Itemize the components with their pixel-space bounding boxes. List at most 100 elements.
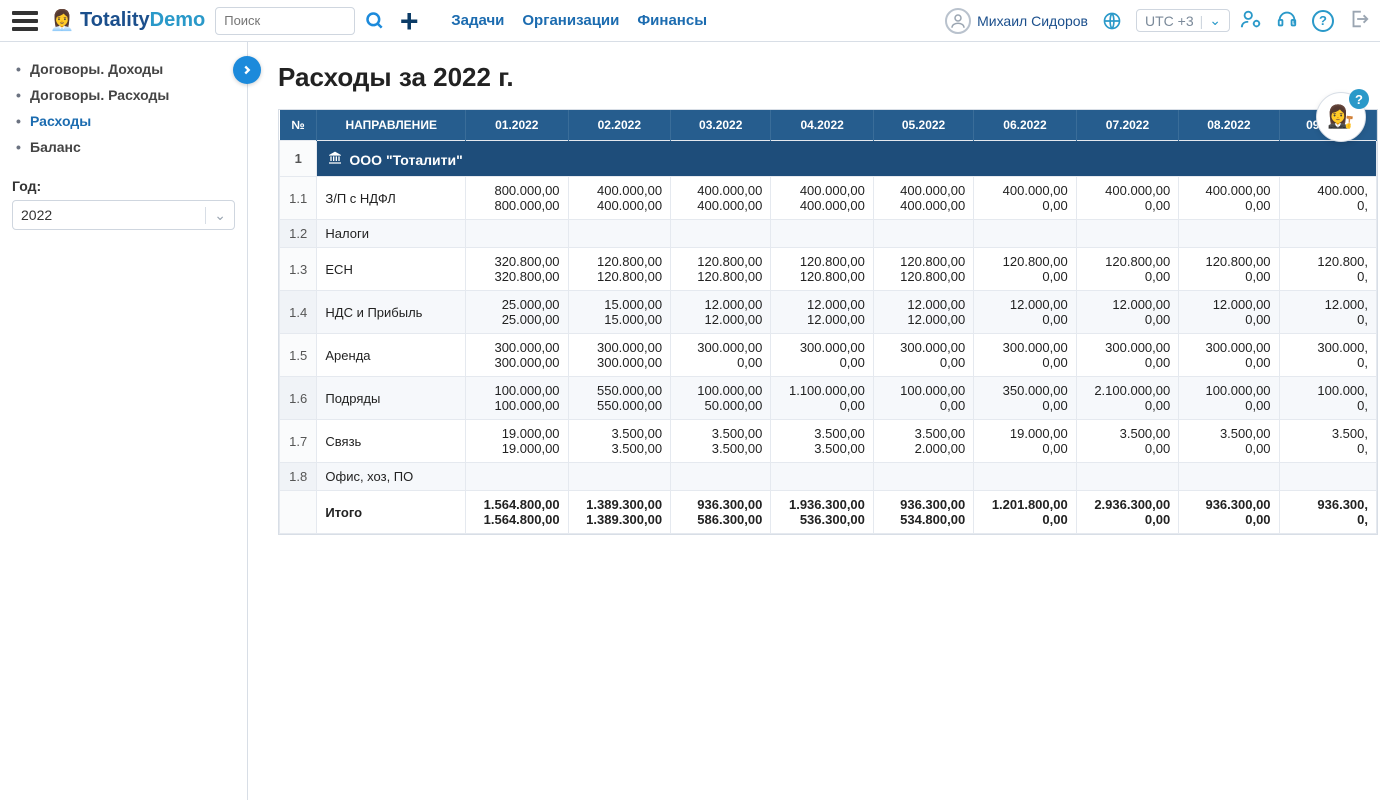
row-value: 400.000,00400.000,00 xyxy=(771,177,874,220)
totals-value: 936.300,0, xyxy=(1279,491,1376,534)
table-row[interactable]: 1.2Налоги xyxy=(280,220,1377,248)
table-header-cell: 02.2022 xyxy=(568,110,671,141)
row-value: 12.000,000,00 xyxy=(1179,291,1279,334)
totals-value: 936.300,00534.800,00 xyxy=(873,491,973,534)
row-value: 2.100.000,000,00 xyxy=(1076,377,1179,420)
nav-finance[interactable]: Финансы xyxy=(637,12,707,29)
org-row-num: 1 xyxy=(280,141,317,177)
row-value: 120.800,00120.800,00 xyxy=(873,248,973,291)
totals-value: 1.201.800,000,00 xyxy=(974,491,1077,534)
row-number: 1.7 xyxy=(280,420,317,463)
row-value: 300.000,00300.000,00 xyxy=(568,334,671,377)
table-row[interactable]: 1.3ЕСН320.800,00320.800,00120.800,00120.… xyxy=(280,248,1377,291)
totals-num xyxy=(280,491,317,534)
row-value xyxy=(466,463,569,491)
row-value: 400.000,00400.000,00 xyxy=(873,177,973,220)
row-direction: Офис, хоз, ПО xyxy=(317,463,466,491)
year-value: 2022 xyxy=(21,207,52,223)
table-row[interactable]: 1.5Аренда300.000,00300.000,00300.000,003… xyxy=(280,334,1377,377)
row-direction: Подряды xyxy=(317,377,466,420)
nav-tasks[interactable]: Задачи xyxy=(451,12,504,29)
sidebar: Договоры. Доходы Договоры. Расходы Расхо… xyxy=(0,42,248,800)
row-value: 300.000,000,00 xyxy=(974,334,1077,377)
row-value: 350.000,000,00 xyxy=(974,377,1077,420)
sidebar-item-expenses[interactable]: Расходы xyxy=(12,108,235,134)
table-row[interactable]: 1.6Подряды100.000,00100.000,00550.000,00… xyxy=(280,377,1377,420)
row-value: 300.000,000,00 xyxy=(771,334,874,377)
table-header-cell: 04.2022 xyxy=(771,110,874,141)
row-value: 3.500,000,00 xyxy=(1179,420,1279,463)
row-value: 400.000,000,00 xyxy=(1179,177,1279,220)
user-settings-icon[interactable] xyxy=(1240,8,1262,33)
row-value: 300.000,000,00 xyxy=(671,334,771,377)
row-direction: Налоги xyxy=(317,220,466,248)
sidebar-collapse-button[interactable] xyxy=(233,56,261,84)
add-button[interactable]: + xyxy=(395,7,423,35)
page-title: Расходы за 2022 г. xyxy=(278,62,1380,93)
table-row[interactable]: 1.7Связь19.000,0019.000,003.500,003.500,… xyxy=(280,420,1377,463)
row-value: 19.000,000,00 xyxy=(974,420,1077,463)
row-value: 400.000,00400.000,00 xyxy=(671,177,771,220)
totals-row: Итого1.564.800,001.564.800,001.389.300,0… xyxy=(280,491,1377,534)
row-value: 300.000,000,00 xyxy=(1076,334,1179,377)
row-value: 19.000,0019.000,00 xyxy=(466,420,569,463)
headset-icon[interactable] xyxy=(1276,8,1298,33)
row-value: 120.800,0, xyxy=(1279,248,1376,291)
nav-organizations[interactable]: Организации xyxy=(522,12,619,29)
user-menu[interactable]: Михаил Сидоров xyxy=(945,8,1088,34)
table-row[interactable]: 1.8Офис, хоз, ПО xyxy=(280,463,1377,491)
search-icon[interactable] xyxy=(361,7,389,35)
row-direction: З/П с НДФЛ xyxy=(317,177,466,220)
row-value: 12.000,000,00 xyxy=(974,291,1077,334)
row-value xyxy=(974,463,1077,491)
row-number: 1.4 xyxy=(280,291,317,334)
row-value: 120.800,000,00 xyxy=(1076,248,1179,291)
row-value: 3.500,003.500,00 xyxy=(671,420,771,463)
expense-table-container[interactable]: №НАПРАВЛЕНИЕ01.202202.202203.202204.2022… xyxy=(278,109,1378,535)
year-select[interactable]: 2022 ⌄ xyxy=(12,200,235,230)
row-number: 1.6 xyxy=(280,377,317,420)
row-direction: ЕСН xyxy=(317,248,466,291)
row-value xyxy=(1279,220,1376,248)
row-value xyxy=(873,463,973,491)
row-value: 800.000,00800.000,00 xyxy=(466,177,569,220)
help-icon[interactable]: ? xyxy=(1312,10,1334,32)
search-input[interactable] xyxy=(215,7,355,35)
row-value: 100.000,000,00 xyxy=(1179,377,1279,420)
expense-table: №НАПРАВЛЕНИЕ01.202202.202203.202204.2022… xyxy=(279,110,1377,534)
org-row[interactable]: 1ООО "Тоталити" xyxy=(280,141,1377,177)
row-number: 1.8 xyxy=(280,463,317,491)
user-avatar-icon xyxy=(945,8,971,34)
sidebar-item-balance[interactable]: Баланс xyxy=(12,134,235,160)
totals-value: 936.300,000,00 xyxy=(1179,491,1279,534)
row-value: 550.000,00550.000,00 xyxy=(568,377,671,420)
sidebar-item-expense-contracts[interactable]: Договоры. Расходы xyxy=(12,82,235,108)
totals-value: 1.389.300,001.389.300,00 xyxy=(568,491,671,534)
globe-icon[interactable] xyxy=(1098,7,1126,35)
plus-icon: + xyxy=(400,5,419,37)
row-value: 400.000,00400.000,00 xyxy=(568,177,671,220)
main-content: Расходы за 2022 г. №НАПРАВЛЕНИЕ01.202202… xyxy=(248,42,1380,800)
chevron-down-icon: ⌄ xyxy=(1209,12,1221,29)
row-value xyxy=(568,463,671,491)
table-row[interactable]: 1.1З/П с НДФЛ800.000,00800.000,00400.000… xyxy=(280,177,1377,220)
table-row[interactable]: 1.4НДС и Прибыль25.000,0025.000,0015.000… xyxy=(280,291,1377,334)
row-value: 120.800,000,00 xyxy=(1179,248,1279,291)
row-value: 100.000,00100.000,00 xyxy=(466,377,569,420)
row-number: 1.3 xyxy=(280,248,317,291)
timezone-select[interactable]: UTC +3 | ⌄ xyxy=(1136,9,1230,32)
timezone-value: UTC +3 xyxy=(1145,13,1194,29)
brand-logo[interactable]: 👩‍💼 TotalityDemo xyxy=(50,7,205,35)
row-value: 300.000,000,00 xyxy=(873,334,973,377)
row-value: 3.500,003.500,00 xyxy=(568,420,671,463)
logout-icon[interactable] xyxy=(1348,8,1370,33)
row-value: 100.000,000,00 xyxy=(873,377,973,420)
table-header-cell: 06.2022 xyxy=(974,110,1077,141)
row-direction: Аренда xyxy=(317,334,466,377)
table-header-cell: 05.2022 xyxy=(873,110,973,141)
hamburger-menu-icon[interactable] xyxy=(10,7,40,35)
row-value xyxy=(771,220,874,248)
sidebar-item-income-contracts[interactable]: Договоры. Доходы xyxy=(12,56,235,82)
assistant-badge[interactable]: 👩‍⚖️ ? xyxy=(1316,92,1366,142)
row-value xyxy=(671,220,771,248)
